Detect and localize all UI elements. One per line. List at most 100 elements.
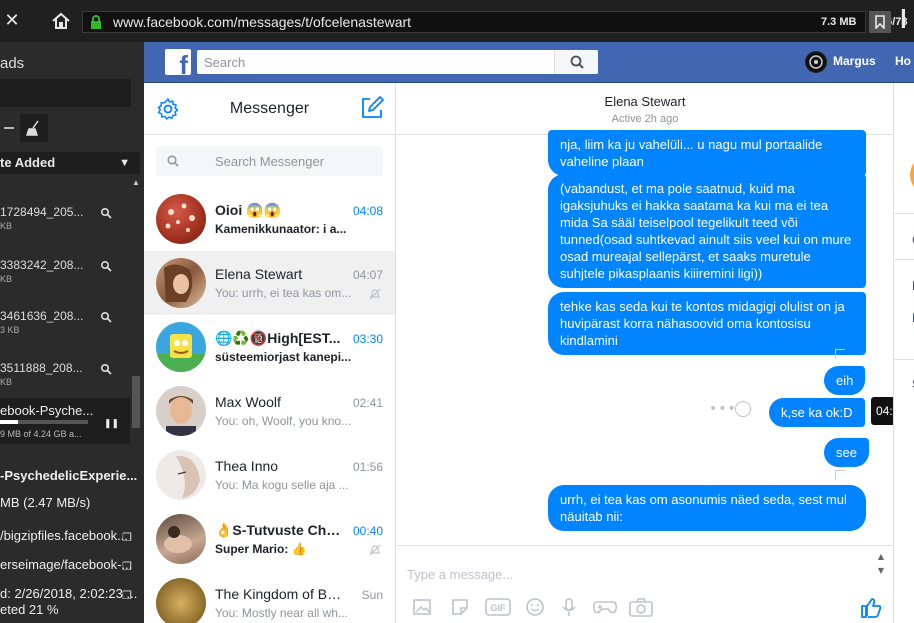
conversation-item[interactable]: 👌S-Tutvuste Chat - 00:40 Super Mario: 👍 bbox=[144, 507, 395, 571]
message-bubble[interactable]: k,se ka ok:D bbox=[769, 398, 865, 427]
message-actions: ••• bbox=[709, 399, 751, 419]
search-button[interactable] bbox=[554, 50, 598, 74]
magnifier-icon[interactable] bbox=[100, 363, 112, 375]
cleanup-broom-icon[interactable] bbox=[20, 114, 48, 142]
download-progress-fill bbox=[0, 420, 19, 424]
message-input[interactable] bbox=[407, 564, 867, 584]
avatar bbox=[156, 514, 206, 564]
message-bubble[interactable]: see bbox=[824, 438, 869, 467]
facebook-search bbox=[197, 50, 598, 74]
message-bubble[interactable]: eih bbox=[824, 366, 866, 395]
sort-label: te Added bbox=[0, 155, 56, 170]
avatar[interactable] bbox=[805, 51, 827, 73]
messenger-search bbox=[156, 146, 383, 176]
download-item[interactable]: 3383242_208... KB bbox=[0, 255, 128, 299]
pause-icon[interactable]: ❚❚ bbox=[104, 418, 119, 429]
magnifier-icon[interactable] bbox=[100, 207, 112, 219]
downloads-scrollbar[interactable] bbox=[132, 376, 140, 428]
bookmark-icon bbox=[875, 15, 885, 29]
message-bubble[interactable]: nja, liim ka ju vahelüli... u nagu mul p… bbox=[548, 130, 866, 176]
messenger-search-input[interactable] bbox=[156, 146, 383, 176]
user-name-link[interactable]: Margus bbox=[833, 54, 876, 68]
chat-contact-name[interactable]: Elena Stewart bbox=[397, 94, 893, 109]
download-item[interactable]: 1728494_205... KB bbox=[0, 202, 128, 246]
search-icon bbox=[570, 55, 584, 69]
copy-icon[interactable]: ❐ bbox=[122, 589, 132, 602]
download-detail-name: -PsychedelicExperie... bbox=[0, 468, 138, 483]
message-composer: ▲▼ GIF bbox=[397, 545, 893, 623]
photo-icon[interactable] bbox=[411, 596, 433, 618]
avatar bbox=[156, 450, 206, 500]
conversation-panel: Messenger Oioi 😱😱 04:08 Kamenikkunaator:… bbox=[144, 83, 396, 623]
divider bbox=[894, 359, 914, 360]
emoji-reaction-icon[interactable] bbox=[735, 401, 751, 417]
avatar bbox=[156, 194, 206, 244]
facebook-header: f Margus Ho bbox=[144, 42, 914, 83]
composer-scrollbar[interactable]: ▲ ▼ bbox=[875, 550, 887, 578]
menu-icon[interactable]: ▎ bbox=[902, 9, 914, 33]
message-bubble[interactable]: tehke kas seda kui te kontos midagigi ol… bbox=[548, 292, 866, 355]
browser-toolbar: ✕ www.facebook.com/messages/t/ofcelenast… bbox=[0, 0, 914, 42]
more-options-icon[interactable]: ••• bbox=[709, 401, 737, 417]
conversation-info-panel: C P H S bbox=[893, 83, 914, 623]
microphone-icon[interactable] bbox=[558, 596, 580, 618]
like-icon[interactable] bbox=[859, 596, 883, 620]
conversation-item[interactable]: 🌐♻️🔞High[EST... 03:30 süsteemiorjast kan… bbox=[144, 315, 395, 379]
emoji-icon[interactable] bbox=[524, 596, 546, 618]
game-controller-icon[interactable] bbox=[592, 596, 618, 618]
download-progress-bar bbox=[0, 420, 88, 424]
downloads-search-input[interactable] bbox=[0, 79, 131, 107]
avatar bbox=[156, 322, 206, 372]
avatar bbox=[156, 386, 206, 436]
download-item-active[interactable]: ebook-Psyche... ❚❚ 9 MB of 4.24 GB a... bbox=[0, 398, 130, 444]
minus-icon[interactable] bbox=[4, 127, 14, 129]
messenger-title: Messenger bbox=[229, 100, 310, 117]
download-detail-url[interactable]: /bigzipfiles.facebook... bbox=[0, 528, 128, 543]
facebook-logo-icon[interactable]: f bbox=[165, 49, 191, 78]
conversation-item-selected[interactable]: Elena Stewart 04:07 You: urrh, ei tea ka… bbox=[144, 251, 395, 315]
conversation-item[interactable]: Thea Inno 01:56 You: Ma kogu selle aja .… bbox=[144, 443, 395, 507]
downloads-tools bbox=[0, 114, 50, 144]
bookmark-button[interactable] bbox=[869, 11, 891, 33]
chevron-down-icon: ▼ bbox=[119, 157, 130, 169]
copy-icon[interactable]: ❐ bbox=[122, 531, 132, 544]
memory-readout: 7.3 MB bbox=[821, 16, 857, 28]
download-item[interactable]: 3511888_208... KB bbox=[0, 358, 128, 402]
conversation-header: Messenger bbox=[144, 83, 395, 135]
avatar bbox=[156, 258, 206, 308]
conversation-item[interactable]: Max Woolf 02:41 You: oh, Woolf, you kno.… bbox=[144, 379, 395, 443]
chat-panel: Elena Stewart Active 2h ago nja, liim ka… bbox=[397, 83, 893, 623]
compose-icon[interactable] bbox=[360, 96, 384, 120]
chat-active-status: Active 2h ago bbox=[611, 113, 679, 125]
lock-icon bbox=[91, 15, 101, 29]
downloads-title: ads bbox=[0, 55, 25, 72]
sticker-icon[interactable] bbox=[449, 596, 471, 618]
download-item[interactable]: 3461636_208... 3 KB bbox=[0, 306, 128, 350]
conversation-item[interactable]: The Kingdom of Bal... Sun You: Mostly ne… bbox=[144, 571, 395, 623]
camera-icon[interactable] bbox=[628, 596, 654, 618]
gif-icon[interactable]: GIF bbox=[485, 596, 511, 618]
downloads-sort-select[interactable]: te Added ▼ bbox=[0, 152, 140, 174]
scroll-up-arrow[interactable]: ▲ bbox=[132, 178, 140, 187]
message-bubble[interactable]: (vabandust, et ma pole saatnud, kuid ma … bbox=[548, 174, 866, 288]
download-detail-date: d: 2/26/2018, 2:02:23 ... bbox=[0, 586, 138, 601]
message-bubble[interactable]: urrh, ei tea kas om asonumis näed seda, … bbox=[548, 485, 866, 531]
seen-indicator bbox=[835, 470, 845, 480]
divider bbox=[894, 213, 914, 214]
magnifier-icon[interactable] bbox=[100, 311, 112, 323]
svg-text:GIF: GIF bbox=[491, 603, 507, 613]
mute-icon bbox=[369, 544, 381, 556]
avatar bbox=[910, 155, 914, 195]
home-icon[interactable] bbox=[49, 9, 73, 33]
divider bbox=[894, 259, 914, 260]
downloads-panel: ads te Added ▼ ▲ 1728494_205... KB 33832… bbox=[0, 42, 144, 623]
facebook-search-input[interactable] bbox=[197, 50, 597, 74]
copy-icon[interactable]: ❐ bbox=[122, 560, 132, 573]
download-detail-speed: MB (2.47 MB/s) bbox=[0, 495, 91, 510]
conversation-item[interactable]: Oioi 😱😱 04:08 Kamenikkunaator: i a... bbox=[144, 187, 395, 251]
close-icon[interactable]: ✕ bbox=[0, 9, 24, 33]
magnifier-icon[interactable] bbox=[100, 260, 112, 272]
download-detail-url[interactable]: erseimage/facebook-... bbox=[0, 557, 132, 572]
home-link[interactable]: Ho bbox=[895, 54, 911, 68]
address-bar[interactable]: www.facebook.com/messages/t/ofcelenastew… bbox=[82, 11, 908, 33]
